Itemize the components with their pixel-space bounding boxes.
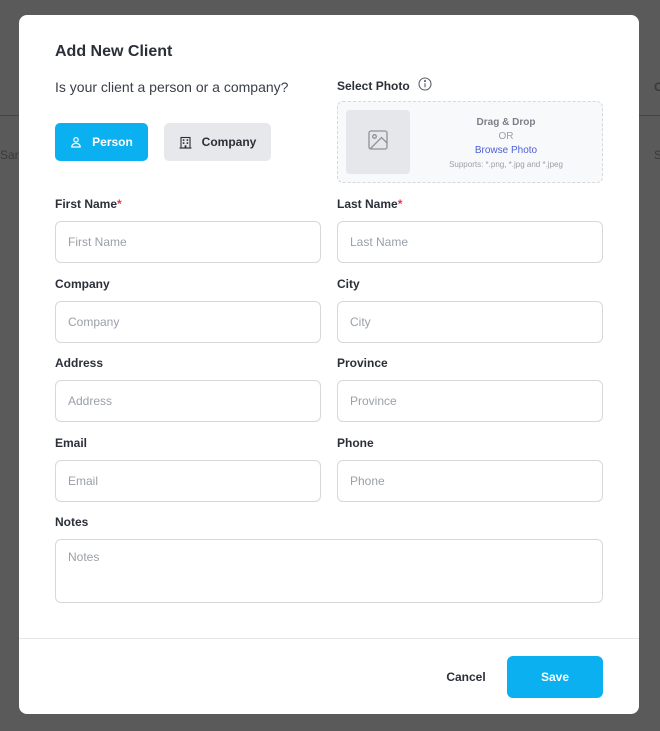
- first-name-label: First Name*: [55, 197, 122, 211]
- client-type-question: Is your client a person or a company?: [55, 79, 289, 95]
- city-label: City: [337, 277, 360, 291]
- cancel-button[interactable]: Cancel: [431, 656, 501, 698]
- company-type-button[interactable]: Company: [164, 123, 271, 161]
- select-photo-text: Select Photo: [337, 78, 410, 93]
- notes-label: Notes: [55, 515, 89, 529]
- last-name-input[interactable]: [337, 221, 603, 263]
- phone-label: Phone: [337, 436, 374, 450]
- save-button[interactable]: Save: [507, 656, 603, 698]
- add-client-modal: Add New Client Is your client a person o…: [19, 15, 639, 714]
- footer-divider: [19, 638, 639, 639]
- address-input[interactable]: [55, 380, 321, 422]
- person-type-label: Person: [92, 135, 133, 149]
- image-icon: [367, 129, 389, 156]
- phone-input[interactable]: [337, 460, 603, 502]
- last-name-label-text: Last Name: [337, 197, 398, 211]
- photo-placeholder: [346, 110, 410, 174]
- company-label: Company: [55, 277, 110, 291]
- required-mark: *: [397, 197, 403, 211]
- first-name-input[interactable]: [55, 221, 321, 263]
- background-divider: [639, 115, 660, 116]
- city-input[interactable]: [337, 301, 603, 343]
- supported-formats-text: Supports: *.png, *.jpg and *.jpeg: [449, 160, 563, 169]
- person-icon: [70, 136, 82, 148]
- select-photo-label: Select Photo: [337, 77, 432, 94]
- province-input[interactable]: [337, 380, 603, 422]
- background-divider: [0, 115, 19, 116]
- building-icon: [179, 136, 192, 149]
- company-type-label: Company: [201, 135, 257, 149]
- first-name-label-text: First Name: [55, 197, 118, 211]
- person-type-button[interactable]: Person: [55, 123, 148, 161]
- background-text-fragment: S: [654, 148, 660, 162]
- required-mark: *: [117, 197, 122, 211]
- browse-photo-link[interactable]: Browse Photo: [422, 144, 590, 158]
- email-label: Email: [55, 436, 88, 450]
- background-text-fragment: C: [654, 80, 660, 94]
- last-name-label: Last Name*: [337, 197, 402, 211]
- address-label: Address: [55, 356, 104, 370]
- info-icon[interactable]: [418, 77, 432, 94]
- drag-drop-text: Drag & Drop: [476, 117, 536, 128]
- province-label: Province: [337, 356, 388, 370]
- modal-title: Add New Client: [55, 43, 173, 60]
- company-input[interactable]: [55, 301, 321, 343]
- or-text: OR: [498, 131, 514, 142]
- email-input[interactable]: [55, 460, 321, 502]
- photo-dropzone[interactable]: Drag & Drop OR Browse Photo Supports: *.…: [337, 101, 603, 183]
- notes-textarea[interactable]: [55, 539, 603, 603]
